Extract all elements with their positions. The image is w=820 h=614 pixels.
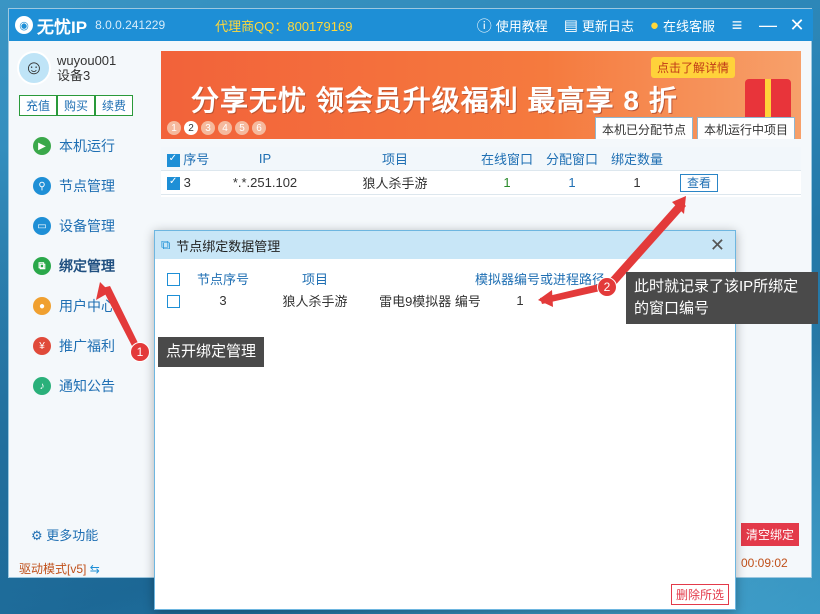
callout-one: 点开绑定管理 (158, 337, 265, 367)
callout-two: 此时就记录了该IP所绑定的窗口编号 (626, 272, 818, 324)
step-badge-one: 1 (130, 342, 150, 362)
arrow-two-a-head (538, 290, 553, 307)
arrow-one (102, 286, 138, 346)
step-badge-two: 2 (597, 277, 617, 297)
